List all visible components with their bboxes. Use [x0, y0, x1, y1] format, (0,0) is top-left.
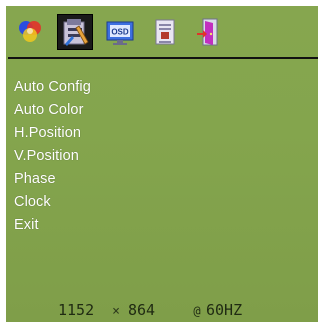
- menu-item-phase[interactable]: Phase: [14, 168, 91, 191]
- osd-monitor-icon: OSD: [106, 21, 134, 45]
- osd-menu-window: OSD Auto Config Auto Color H.Position V.…: [6, 6, 318, 322]
- menu-item-v-position[interactable]: V.Position: [14, 145, 91, 168]
- menu-item-auto-color[interactable]: Auto Color: [14, 99, 91, 122]
- resolution-status: 1152 × 864 @60HZ: [58, 301, 242, 319]
- tab-osd-settings[interactable]: OSD: [102, 14, 138, 50]
- menu-item-exit[interactable]: Exit: [14, 214, 91, 237]
- resolution-height: 864: [128, 301, 156, 319]
- tab-setup[interactable]: [147, 14, 183, 50]
- refresh-at-symbol: @: [193, 304, 201, 318]
- menu-item-auto-config[interactable]: Auto Config: [14, 76, 91, 99]
- tab-image-setup[interactable]: [57, 14, 93, 50]
- tab-exit[interactable]: [192, 14, 228, 50]
- refresh-rate: 60HZ: [206, 301, 243, 319]
- tab-divider: [8, 57, 318, 59]
- osd-tab-bar: OSD: [6, 6, 318, 54]
- image-tools-icon: [63, 19, 89, 46]
- menu-item-h-position[interactable]: H.Position: [14, 122, 91, 145]
- menu-item-clock[interactable]: Clock: [14, 191, 91, 214]
- svg-text:OSD: OSD: [111, 28, 129, 37]
- resolution-separator: ×: [112, 304, 120, 319]
- image-setup-menu: Auto Config Auto Color H.Position V.Posi…: [14, 76, 91, 237]
- color-balls-icon: [19, 21, 41, 42]
- exit-door-icon: [197, 18, 218, 46]
- resolution-width: 1152: [58, 301, 95, 319]
- document-settings-icon: [155, 19, 175, 45]
- tab-color[interactable]: [12, 14, 48, 50]
